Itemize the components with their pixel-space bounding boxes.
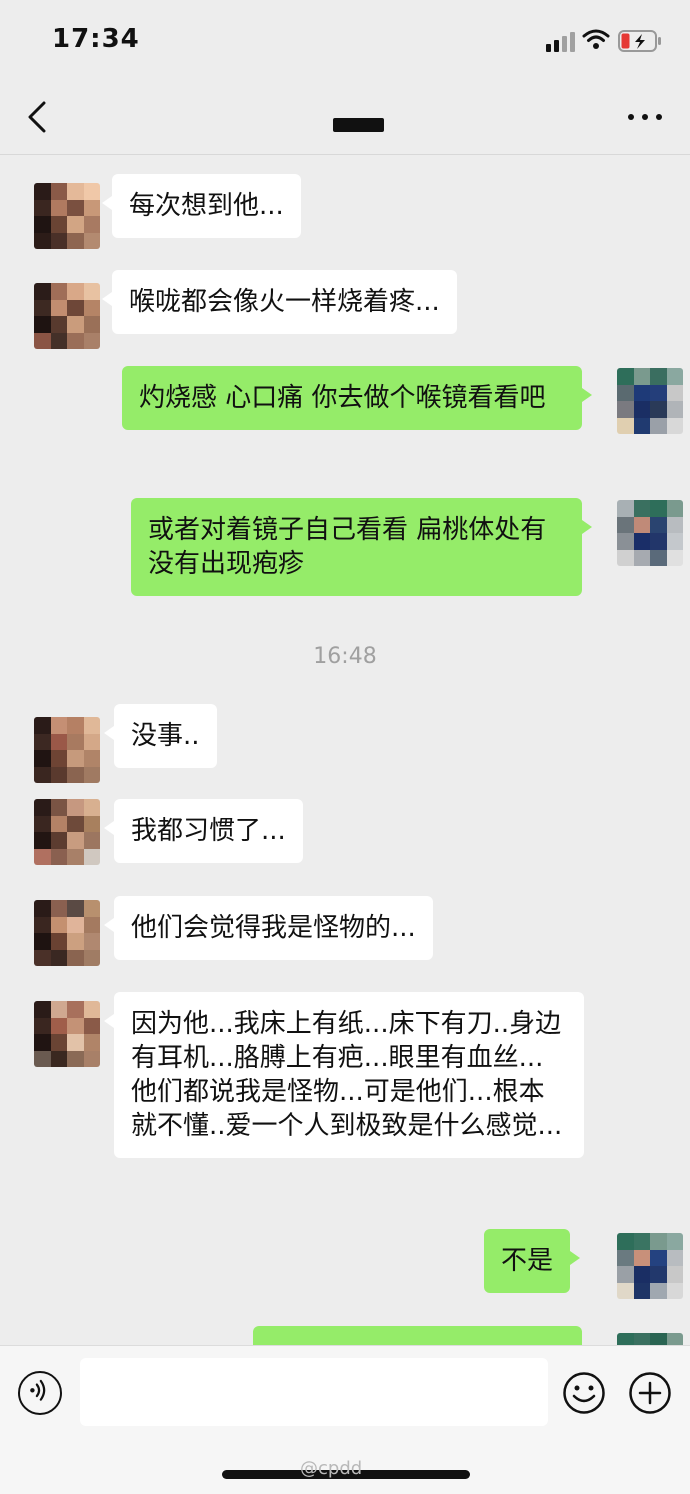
voice-icon[interactable] — [18, 1371, 62, 1415]
message-bubble[interactable]: 或者对着镜子自己看看 扁桃体处有没有出现疱疹 — [131, 498, 592, 596]
battery-icon — [618, 30, 661, 52]
message-bubble[interactable]: 因为他...我床上有纸...床下有刀..身边有耳机...胳膊上有疤...眼里有血… — [104, 992, 584, 1158]
watermark: @cpdd — [300, 1458, 363, 1479]
chevron-left-icon[interactable] — [24, 100, 52, 134]
signal-icon — [546, 32, 576, 52]
status-bar: 17:34 — [0, 0, 690, 80]
message-bubble[interactable]: 不是 — [484, 1229, 581, 1293]
plus-icon[interactable] — [628, 1371, 672, 1415]
chat-timestamp: 16:48 — [313, 644, 377, 669]
status-time: 17:34 — [52, 24, 140, 54]
avatar[interactable] — [34, 799, 100, 865]
emoji-icon[interactable] — [562, 1371, 606, 1415]
message-bubble[interactable] — [253, 1326, 582, 1345]
avatar[interactable] — [34, 717, 100, 783]
message-bubble[interactable]: 灼烧感 心口痛 你去做个喉镜看看吧 — [122, 366, 592, 430]
avatar[interactable] — [617, 1233, 683, 1299]
message-bubble[interactable]: 每次想到他... — [102, 174, 301, 238]
avatar[interactable] — [617, 368, 683, 434]
chat-header — [0, 80, 690, 155]
avatar[interactable] — [617, 500, 683, 566]
avatar[interactable] — [617, 1333, 683, 1345]
chat-area[interactable]: 每次想到他... 喉咙都会像火一样烧着疼... 灼烧感 心口痛 你去做个喉镜看看… — [0, 155, 690, 1345]
message-bubble[interactable]: 喉咙都会像火一样烧着疼... — [102, 270, 457, 334]
message-bubble[interactable]: 没事.. — [104, 704, 217, 768]
message-input[interactable] — [80, 1358, 548, 1426]
avatar[interactable] — [34, 1001, 100, 1067]
avatar[interactable] — [34, 183, 100, 249]
message-bubble[interactable]: 他们会觉得我是怪物的... — [104, 896, 433, 960]
avatar[interactable] — [34, 283, 100, 349]
redacted-contact-name — [333, 118, 384, 132]
avatar[interactable] — [34, 900, 100, 966]
message-bubble[interactable]: 我都习惯了... — [104, 799, 303, 863]
more-dots-icon[interactable] — [628, 114, 662, 122]
wifi-icon — [582, 29, 610, 49]
